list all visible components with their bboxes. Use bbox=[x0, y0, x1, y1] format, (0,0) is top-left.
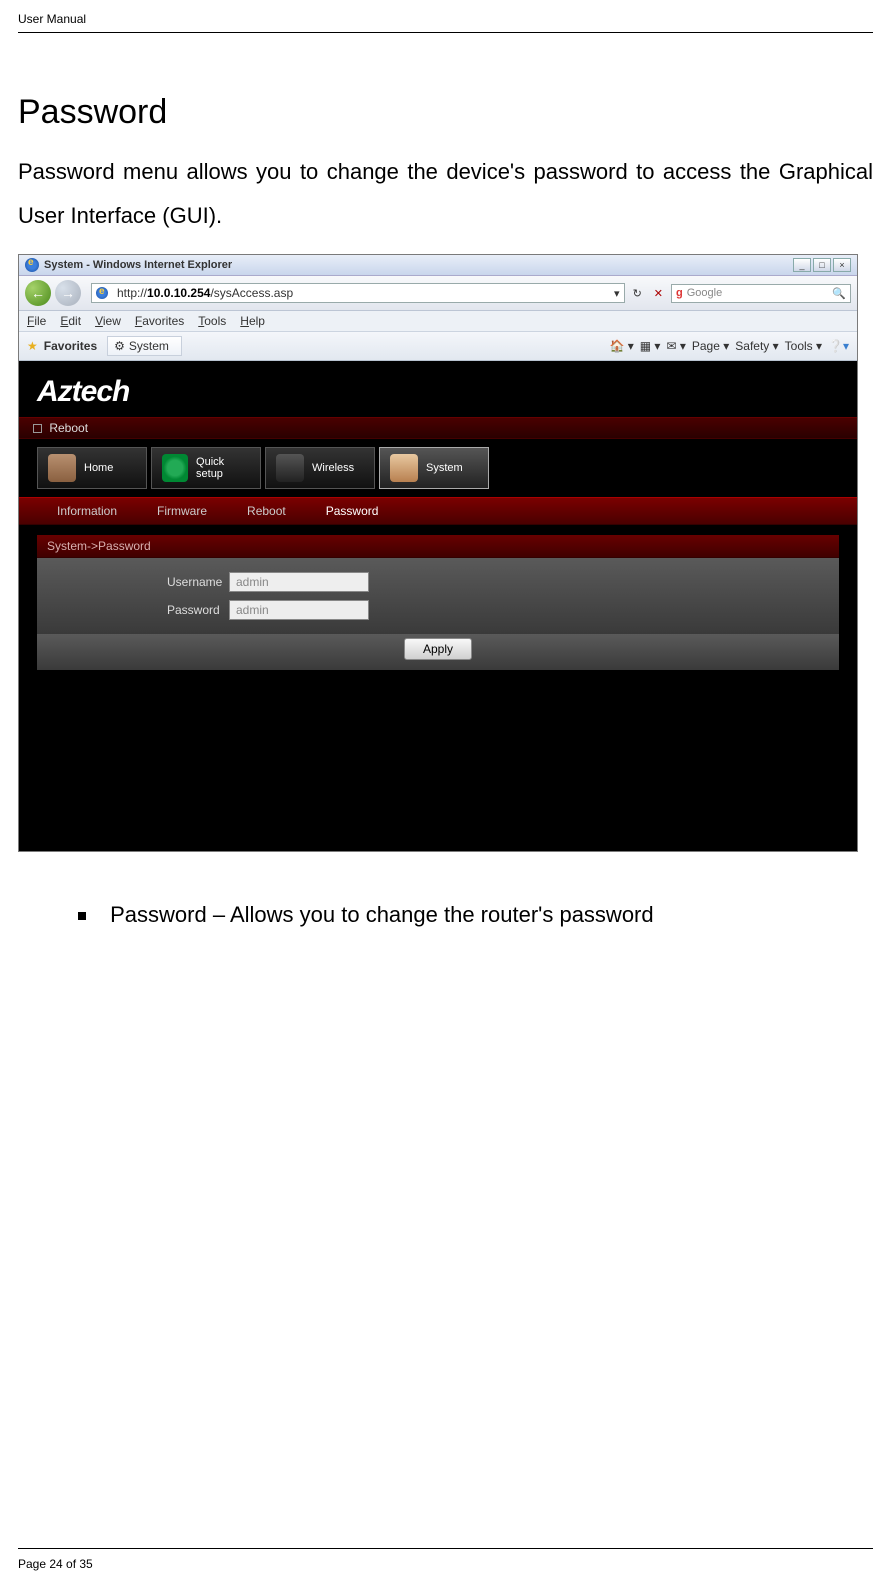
wireless-tab-icon bbox=[276, 454, 304, 482]
menu-tools[interactable]: Tools bbox=[198, 314, 226, 328]
maximize-button[interactable]: □ bbox=[813, 258, 831, 272]
dropdown-icon[interactable]: ▾ bbox=[614, 287, 620, 300]
password-input[interactable] bbox=[229, 600, 369, 620]
menu-favorites[interactable]: Favorites bbox=[135, 314, 184, 328]
search-placeholder: Google bbox=[687, 287, 722, 299]
back-button[interactable]: ← bbox=[25, 280, 51, 306]
main-tabs: Home Quick setup Wireless System bbox=[19, 439, 857, 497]
brand-logo: Aztech bbox=[37, 375, 129, 408]
system-tab-icon bbox=[390, 454, 418, 482]
header-rule bbox=[18, 32, 873, 33]
page-number: Page 24 of 35 bbox=[18, 1557, 873, 1571]
favorites-label: Favorites bbox=[44, 339, 97, 353]
search-bar[interactable]: g Google 🔍 bbox=[671, 284, 851, 303]
tab-quick-label: Quick setup bbox=[196, 456, 250, 480]
password-panel: System->Password Username Password Apply bbox=[37, 535, 839, 670]
subtab-information[interactable]: Information bbox=[37, 498, 137, 524]
subtab-reboot[interactable]: Reboot bbox=[227, 498, 306, 524]
url-prefix: http:// bbox=[117, 286, 147, 300]
menu-edit[interactable]: Edit bbox=[60, 314, 81, 328]
refresh-button[interactable]: ↻ bbox=[629, 287, 646, 300]
logo-bar: Aztech bbox=[19, 361, 857, 417]
ie-icon bbox=[25, 258, 39, 272]
subtab-firmware[interactable]: Firmware bbox=[137, 498, 227, 524]
reboot-bar: Reboot bbox=[19, 417, 857, 439]
favorites-star-icon[interactable]: ★ bbox=[27, 339, 38, 353]
minimize-button[interactable]: _ bbox=[793, 258, 811, 272]
section-title: Password bbox=[18, 93, 873, 132]
tab-title: System bbox=[129, 339, 169, 353]
nav-bar: ← → http://10.0.10.254/sysAccess.asp ▾ ↻… bbox=[19, 276, 857, 311]
forward-button[interactable]: → bbox=[55, 280, 81, 306]
username-input bbox=[229, 572, 369, 592]
footer-rule bbox=[18, 1548, 873, 1549]
help-icon[interactable]: ❔▾ bbox=[828, 339, 849, 353]
tab-home-label: Home bbox=[84, 462, 113, 474]
doc-header: User Manual bbox=[18, 12, 873, 26]
reboot-icon[interactable] bbox=[33, 424, 42, 433]
bullet-icon bbox=[78, 912, 86, 920]
router-page: Aztech Reboot Home Quick setup Wireless … bbox=[19, 361, 857, 851]
tab-home[interactable]: Home bbox=[37, 447, 147, 489]
url-host: 10.0.10.254 bbox=[147, 286, 210, 300]
page-tab[interactable]: ⚙ System bbox=[107, 336, 182, 356]
password-row: Password bbox=[67, 596, 809, 624]
mail-icon[interactable]: ✉ ▾ bbox=[666, 339, 685, 353]
password-label: Password bbox=[67, 603, 207, 617]
window-buttons: _ □ × bbox=[793, 258, 851, 272]
tab-wireless-label: Wireless bbox=[312, 462, 354, 474]
window-title: System - Windows Internet Explorer bbox=[44, 259, 793, 271]
toolbar-page[interactable]: Page ▾ bbox=[692, 339, 729, 353]
url-text: http://10.0.10.254/sysAccess.asp bbox=[117, 286, 293, 300]
menu-bar: File Edit View Favorites Tools Help bbox=[19, 311, 857, 332]
stop-button[interactable]: ✕ bbox=[650, 287, 667, 300]
home-tab-icon bbox=[48, 454, 76, 482]
form-rows: Username Password bbox=[37, 558, 839, 634]
quick-tab-icon bbox=[162, 454, 188, 482]
menu-view[interactable]: View bbox=[95, 314, 121, 328]
username-label: Username bbox=[67, 575, 207, 589]
home-icon[interactable]: 🏠 ▾ bbox=[609, 339, 633, 353]
apply-button[interactable]: Apply bbox=[404, 638, 472, 660]
bullet-list: Password – Allows you to change the rout… bbox=[78, 902, 873, 928]
tab-wireless[interactable]: Wireless bbox=[265, 447, 375, 489]
sub-tabs: Information Firmware Reboot Password bbox=[19, 497, 857, 525]
address-bar[interactable]: http://10.0.10.254/sysAccess.asp ▾ bbox=[91, 283, 625, 303]
reboot-label[interactable]: Reboot bbox=[49, 421, 88, 435]
search-go-icon[interactable]: 🔍 bbox=[832, 287, 846, 300]
tab-gear-icon: ⚙ bbox=[114, 339, 125, 353]
tab-quick-setup[interactable]: Quick setup bbox=[151, 447, 261, 489]
close-button[interactable]: × bbox=[833, 258, 851, 272]
button-row: Apply bbox=[37, 634, 839, 670]
ie-titlebar: System - Windows Internet Explorer _ □ × bbox=[19, 255, 857, 276]
ie-window: System - Windows Internet Explorer _ □ ×… bbox=[18, 254, 858, 852]
favorites-bar: ★ Favorites ⚙ System 🏠 ▾ ▦ ▾ ✉ ▾ Page ▾ … bbox=[19, 332, 857, 361]
url-path: /sysAccess.asp bbox=[210, 286, 293, 300]
username-row: Username bbox=[67, 568, 809, 596]
toolbar-safety[interactable]: Safety ▾ bbox=[735, 339, 778, 353]
panel-title: System->Password bbox=[37, 535, 839, 558]
tab-system[interactable]: System bbox=[379, 447, 489, 489]
feed-icon[interactable]: ▦ ▾ bbox=[640, 339, 661, 353]
google-icon: g bbox=[676, 287, 683, 299]
page-icon bbox=[96, 287, 108, 299]
menu-help[interactable]: Help bbox=[240, 314, 265, 328]
toolbar-right: 🏠 ▾ ▦ ▾ ✉ ▾ Page ▾ Safety ▾ Tools ▾ ❔▾ bbox=[609, 339, 849, 353]
toolbar-tools[interactable]: Tools ▾ bbox=[785, 339, 822, 353]
bullet-text: Password – Allows you to change the rout… bbox=[110, 902, 654, 927]
subtab-password[interactable]: Password bbox=[306, 498, 399, 524]
menu-file[interactable]: File bbox=[27, 314, 46, 328]
tab-system-label: System bbox=[426, 462, 463, 474]
section-body: Password menu allows you to change the d… bbox=[18, 150, 873, 238]
